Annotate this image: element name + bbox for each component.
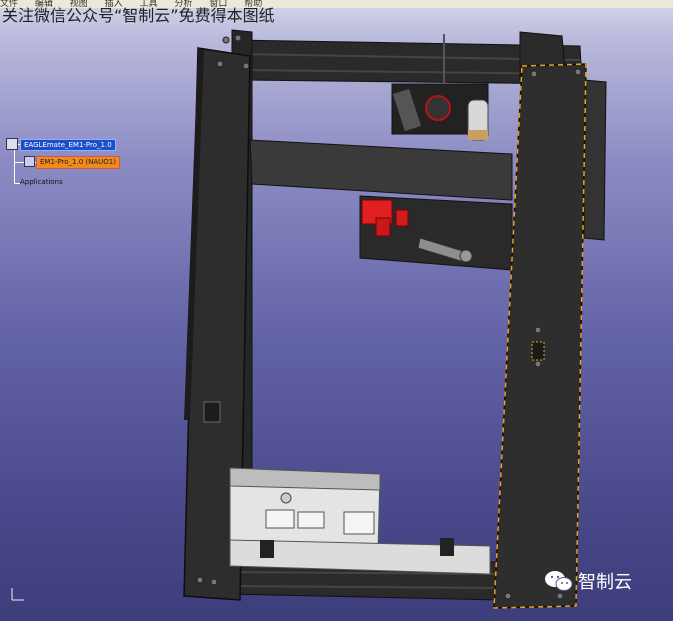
right-side-plate — [583, 79, 607, 241]
tree-applications-node[interactable]: Applications — [20, 178, 63, 186]
part-icon — [24, 156, 35, 167]
compass-icon — [11, 588, 24, 601]
logo-text: 智制云 — [578, 572, 632, 593]
product-icon — [6, 138, 18, 150]
extruder-carriage — [359, 195, 513, 271]
3d-viewport[interactable] — [0, 0, 673, 621]
heat-bed — [249, 139, 513, 201]
brand-logo: 智制云 — [544, 568, 632, 594]
wechat-icon — [545, 571, 573, 591]
printer-frame-model[interactable] — [0, 0, 673, 621]
tree-child-node[interactable]: EM1-Pro_1.0 (NAUO1) — [36, 156, 120, 169]
watermark-text: 关注微信公众号“智制云”免费得本图纸 — [2, 6, 275, 25]
electronics-box — [229, 467, 491, 575]
right-front-plate[interactable] — [493, 63, 587, 609]
tree-root-node[interactable]: EAGLEmate_EM1-Pro_1.0 — [20, 139, 116, 151]
